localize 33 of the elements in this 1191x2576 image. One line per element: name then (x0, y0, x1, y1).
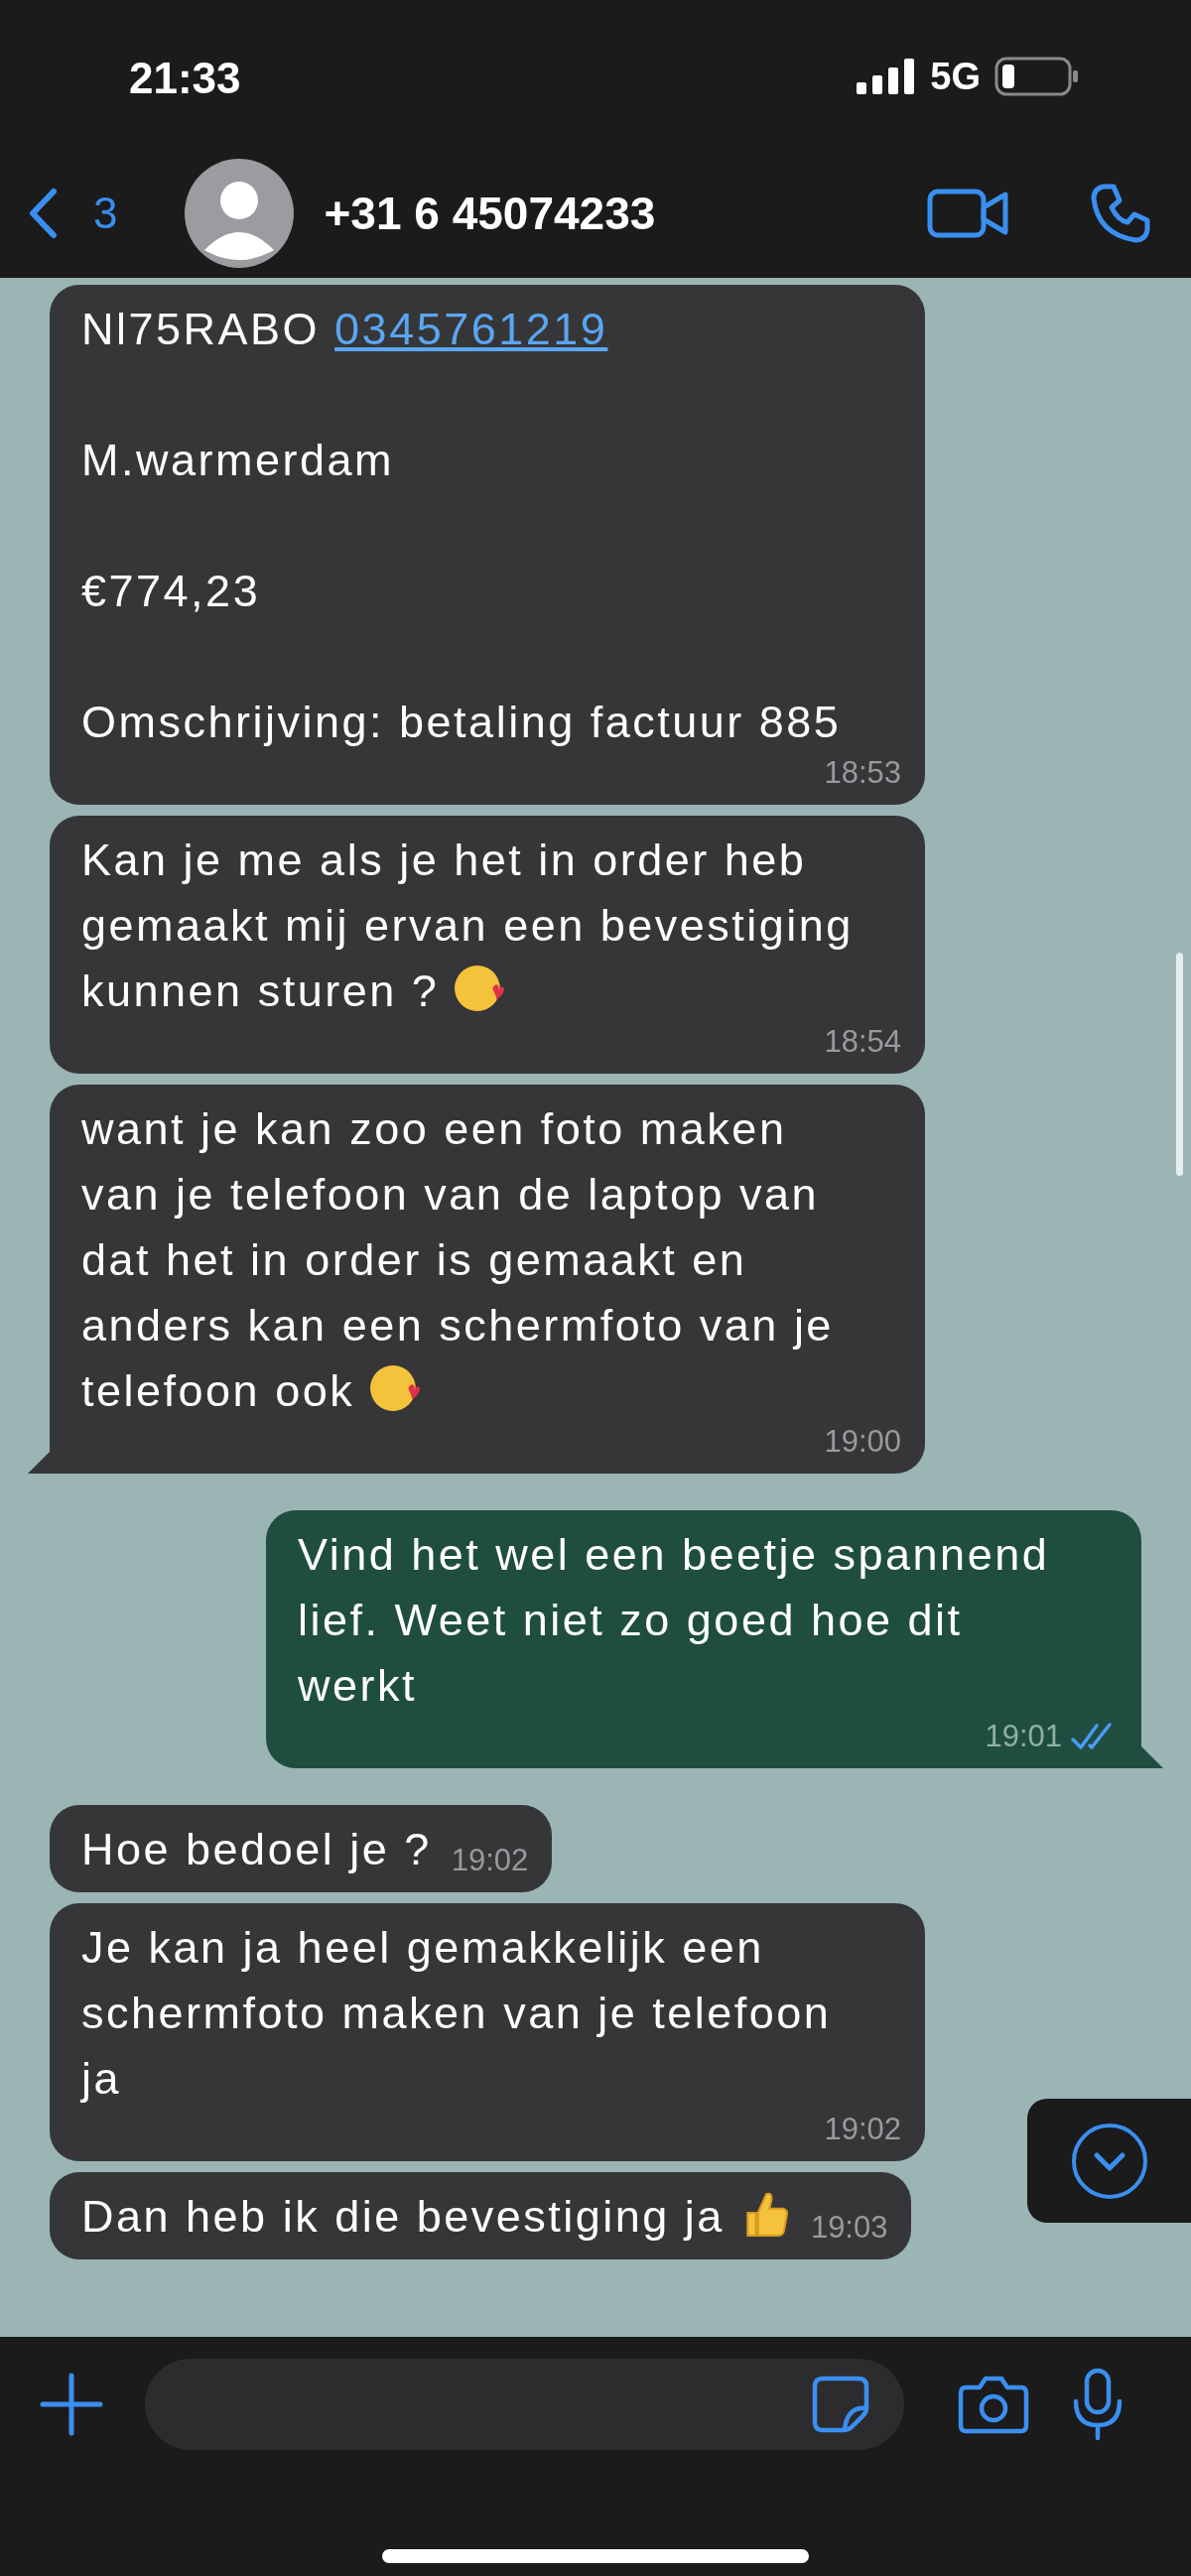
message-time: 18:54 (824, 1024, 901, 1060)
message-text: Hoe bedoel je ? (81, 1823, 432, 1876)
back-chevron-icon (28, 188, 58, 239)
account-number-link[interactable]: 0345761219 (334, 304, 608, 354)
message-time: 19:02 (451, 1843, 529, 1878)
camera-icon[interactable] (958, 2374, 1029, 2435)
message-text: Dan heb ik die bevestiging ja (81, 2184, 791, 2250)
message-time: 19:02 (824, 2112, 901, 2147)
phone-call-icon[interactable] (1090, 183, 1151, 244)
message-text: Nl75RABO 0345761219 M.warmerdam €774,23 Omschrijving: betaling factuur 885 (81, 303, 842, 749)
message-time: 19:01 (985, 1719, 1062, 1754)
battery-icon (994, 57, 1080, 96)
sticker-icon[interactable] (811, 2375, 870, 2434)
message-text: Kan je me als je het in order heb gemaakt mij ervan een bevestiging kunnen sturen ? (81, 834, 854, 1018)
heart-emoji-icon (454, 963, 506, 1014)
video-call-icon[interactable] (927, 187, 1010, 240)
avatar-icon[interactable] (185, 159, 295, 268)
message-time: 19:03 (810, 2210, 888, 2246)
scroll-down-button[interactable] (1027, 2099, 1191, 2223)
message-text: want je kan zoo een foto maken van je telefoon van de laptop van dat het in order is gemaakt en anders kan een schermfoto van je telefoon ook (81, 1102, 834, 1418)
heart-emoji-icon (369, 1362, 422, 1414)
contact-name[interactable]: +31 6 45074233 (324, 187, 848, 240)
chevron-down-circle-icon (1069, 2121, 1149, 2201)
signal-icon (857, 59, 917, 94)
microphone-icon[interactable] (1071, 2368, 1125, 2441)
message-text: Vind het wel een beetje spannend lief. Weet niet zo goed hoe dit werkt (298, 1528, 1050, 1713)
message-time: 18:53 (824, 755, 901, 791)
network-label: 5G (930, 55, 981, 98)
message-text: Je kan ja heel gemakkelijk een schermfoto maken van je telefoon ja (81, 1921, 832, 2106)
status-time: 21:33 (129, 54, 241, 103)
back-button[interactable]: 3 (28, 188, 118, 239)
message-time: 19:00 (824, 1424, 901, 1460)
plus-icon[interactable] (40, 2373, 103, 2436)
